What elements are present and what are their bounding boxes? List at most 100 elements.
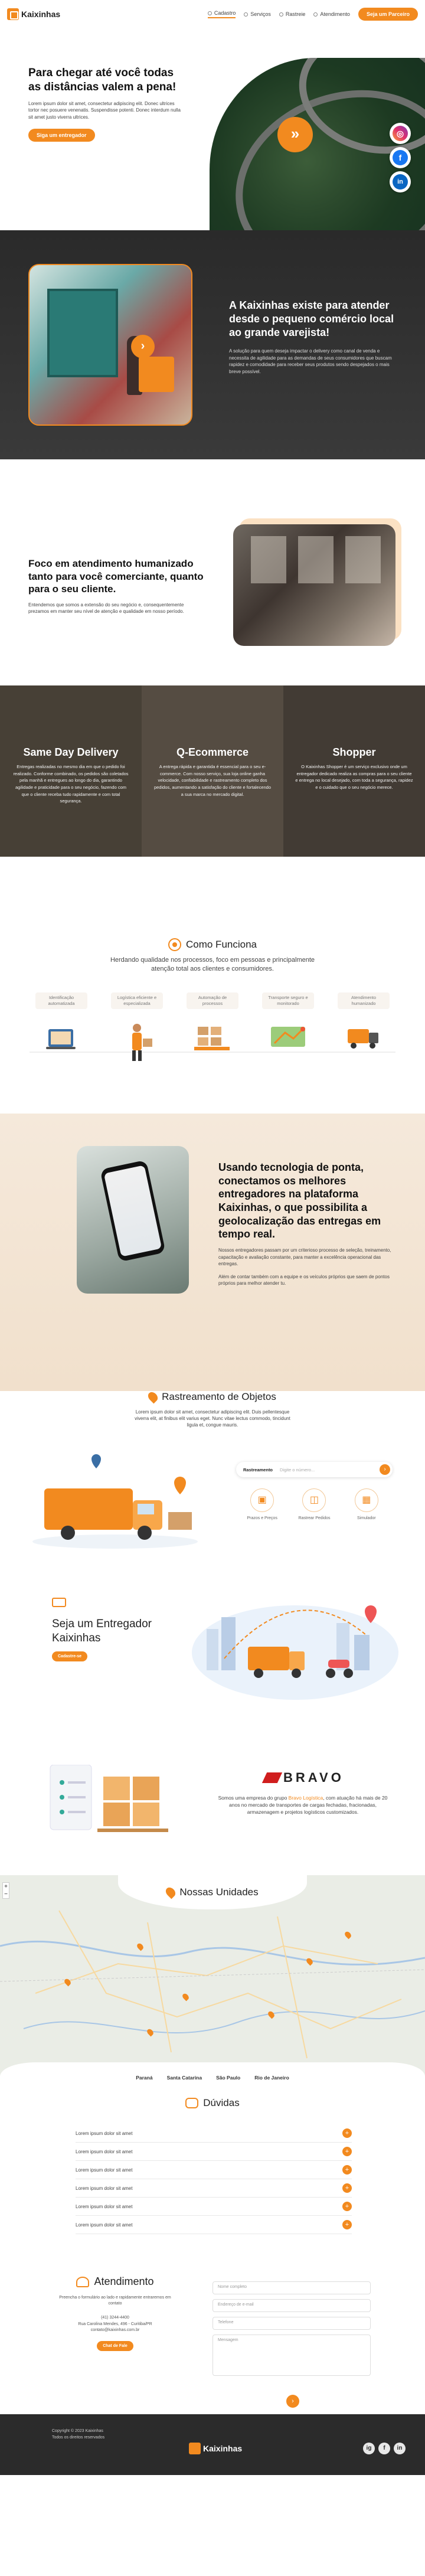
send-button[interactable]: › — [286, 2395, 299, 2408]
service-text: O Kaixinhas Shopper é um serviço exclusi… — [295, 764, 413, 790]
nav-atendimento[interactable]: Atendimento — [313, 11, 350, 17]
about-store-image: › — [28, 264, 192, 426]
tech-title: Usando tecnologia de ponta, conectamos o… — [218, 1161, 381, 1240]
faq-title-text: Dúvidas — [203, 2097, 240, 2108]
faq-question: Lorem ipsum dolor sit amet — [76, 2167, 133, 2173]
city-parana[interactable]: Paraná — [136, 2075, 152, 2081]
brand-logo[interactable]: Kaixinhas — [7, 8, 60, 20]
copyright-line: Copyright © 2023 Kaixinhas — [52, 2429, 103, 2433]
search-label: Rastreamento — [243, 1467, 273, 1473]
facebook-icon[interactable]: f — [390, 147, 411, 168]
footer-logo[interactable]: Kaixinhas — [189, 2443, 242, 2454]
calculator-icon: ▦ — [354, 1488, 378, 1512]
faq-item[interactable]: Lorem ipsum dolor sit amet + — [76, 2124, 352, 2143]
service-q-ecommerce[interactable]: Q-Ecommerce A entrega rápida e garantida… — [142, 685, 283, 857]
hero-title: Para chegar até você todas as distâncias… — [28, 67, 176, 93]
nav-rastreie[interactable]: Rastreie — [279, 11, 305, 17]
instagram-icon[interactable]: ig — [363, 2443, 375, 2454]
step-label: Logística eficiente e especializada — [111, 992, 163, 1009]
search-icon[interactable]: › — [380, 1464, 390, 1475]
service-same-day[interactable]: Same Day Delivery Entregas realizadas no… — [0, 685, 142, 857]
plus-icon[interactable]: + — [342, 2220, 352, 2229]
faq-question: Lorem ipsum dolor sit amet — [76, 2130, 133, 2136]
chat-button[interactable]: Chat de Fale — [97, 2340, 133, 2351]
instagram-icon[interactable]: ◎ — [390, 123, 411, 144]
city-rio-de-janeiro[interactable]: Rio de Janeiro — [254, 2075, 289, 2081]
site-footer: Copyright © 2023 Kaixinhas Todos os dire… — [0, 2414, 425, 2475]
step-2: Logística eficiente e especializada — [111, 992, 163, 1068]
option-rastrear[interactable]: ◫ Rastrear Pedidos — [296, 1488, 332, 1521]
tracking-options: ▣ Prazos e Preços ◫ Rastrear Pedidos ▦ Simu… — [236, 1488, 393, 1521]
map-zoom-control[interactable]: + − — [2, 1882, 9, 1899]
nav-cadastro[interactable]: Cadastro — [207, 10, 236, 18]
linkedin-icon[interactable]: in — [394, 2443, 406, 2454]
zoom-out-button[interactable]: − — [3, 1891, 9, 1898]
arrow-right-icon: › — [131, 335, 155, 358]
how-it-works-section: Como Funciona Herdando qualidade nos pro… — [0, 857, 425, 1114]
faq-section: Dúvidas Lorem ipsum dolor sit amet + Lore… — [0, 2089, 425, 2264]
step-label: Atendimento humanizado — [338, 992, 390, 1009]
nav-servicos[interactable]: Serviços — [244, 11, 271, 17]
foco-section: Foco em atendimento humanizado tanto par… — [0, 459, 425, 685]
faq-item[interactable]: Lorem ipsum dolor sit amet + — [76, 2198, 352, 2216]
truck-icon — [52, 1598, 66, 1607]
partner-button[interactable]: Seja um Parceiro — [358, 8, 418, 21]
contact-section: Atendimento Preencha o formulário ao lad… — [0, 2264, 425, 2414]
linkedin-icon[interactable]: in — [390, 171, 411, 192]
contact-form: Nome completo Endereço de e-mail Telefon… — [212, 2281, 371, 2381]
plus-icon[interactable]: + — [342, 2128, 352, 2138]
location-pin-icon — [146, 1391, 160, 1404]
bravo-text-before: Somos uma empresa do grupo — [218, 1795, 289, 1801]
tech-section: Usando tecnologia de ponta, conectamos o… — [0, 1114, 425, 1391]
zoom-in-button[interactable]: + — [3, 1883, 9, 1891]
phone-field[interactable]: Telefone — [212, 2317, 371, 2330]
about-section: › A Kaixinhas existe para atender desde … — [0, 230, 425, 459]
contact-phone[interactable]: (41) 3244-4400 — [59, 2315, 171, 2322]
plus-icon[interactable]: + — [342, 2183, 352, 2193]
faq-item[interactable]: Lorem ipsum dolor sit amet + — [76, 2143, 352, 2161]
city-santa-catarina[interactable]: Santa Catarina — [167, 2075, 202, 2081]
faq-title: Dúvidas — [0, 2097, 425, 2109]
hero-cta-button[interactable]: Siga um entregador — [28, 129, 95, 142]
message-field[interactable]: Mensagem — [212, 2335, 371, 2376]
copyright: Copyright © 2023 Kaixinhas Todos os dire… — [52, 2428, 104, 2441]
phone-icon — [100, 1160, 166, 1262]
warehouse-illustration — [38, 1764, 186, 1853]
faq-item[interactable]: Lorem ipsum dolor sit amet + — [76, 2216, 352, 2234]
courier-signup-button[interactable]: Cadastre-se — [52, 1651, 88, 1661]
option-prazos[interactable]: ▣ Prazos e Preços — [244, 1488, 280, 1521]
email-field[interactable]: Endereço de e-mail — [212, 2299, 371, 2312]
city-delivery-illustration — [189, 1588, 401, 1700]
faq-item[interactable]: Lorem ipsum dolor sit amet + — [76, 2179, 352, 2198]
faq-item[interactable]: Lorem ipsum dolor sit amet + — [76, 2161, 352, 2179]
facebook-icon[interactable]: f — [378, 2443, 390, 2454]
option-simulador[interactable]: ▦ Simulador — [348, 1488, 385, 1521]
box-icon: ◫ — [302, 1488, 326, 1512]
plus-icon[interactable]: + — [342, 2202, 352, 2211]
city-sao-paulo[interactable]: São Paulo — [216, 2075, 240, 2081]
tech-phone-image — [77, 1146, 189, 1294]
units-section: + − Nossas Unidades Paraná Santa Catarina… — [0, 1875, 425, 2089]
contact-title: Atendimento — [59, 2275, 171, 2288]
name-field[interactable]: Nome completo — [212, 2281, 371, 2294]
contact-email[interactable]: contato@kaixinhas.com.br — [59, 2327, 171, 2334]
bravo-highlight[interactable]: Bravo Logística — [289, 1795, 323, 1801]
courier-title: Seja um Entregador Kaixinhas — [52, 1618, 152, 1644]
nav-label: Cadastro — [214, 10, 236, 16]
step-4: Transporte seguro e monitorado — [262, 992, 314, 1068]
logo-box-icon — [7, 8, 19, 20]
main-nav: Cadastro Serviços Rastreie Atendimento S… — [207, 8, 418, 21]
plus-icon[interactable]: + — [342, 2165, 352, 2175]
tracking-section: Rastreamento de Objetos Lorem ipsum dolo… — [0, 1391, 425, 1588]
tracking-search: Rastreamento Digite o número... › — [236, 1462, 393, 1477]
site-header: Kaixinhas Cadastro Serviços Rastreie Ate… — [0, 0, 425, 28]
service-shopper[interactable]: Shopper O Kaixinhas Shopper é um serviço… — [283, 685, 425, 857]
plus-icon[interactable]: + — [342, 2147, 352, 2156]
service-text: Entregas realizadas no mesmo dia em que … — [13, 764, 129, 804]
services-section: Same Day Delivery Entregas realizadas no… — [0, 685, 425, 857]
tracking-input[interactable]: Digite o número... — [280, 1467, 380, 1473]
tracking-title-text: Rastreamento de Objetos — [162, 1391, 276, 1402]
step-1: Identificação automatizada — [35, 992, 87, 1068]
bravo-section: BRAVO Somos uma empresa do grupo Bravo L… — [0, 1729, 425, 1875]
bravo-logo[interactable]: BRAVO — [261, 1770, 344, 1785]
